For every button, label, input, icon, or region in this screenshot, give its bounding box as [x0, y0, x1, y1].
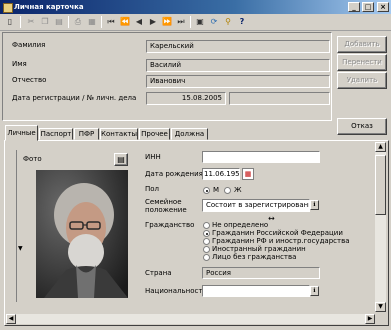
nationality-select[interactable] — [202, 285, 310, 297]
filter-icon[interactable]: ⚲ — [222, 16, 234, 28]
app-icon — [3, 3, 13, 13]
tab-personal[interactable]: Личные — [5, 125, 38, 141]
resize-cursor-icon: ↔ — [268, 214, 275, 223]
citizenship-label: Гражданство — [145, 221, 195, 229]
delete-button[interactable]: Удалить — [337, 72, 387, 89]
photo-label: Фото — [23, 155, 42, 163]
registration-date-field[interactable]: 15.08.2005 — [146, 92, 226, 105]
title-bar: Личная карточка _ □ × — [0, 0, 391, 14]
birth-date-field[interactable]: 11.06.1953 — [202, 168, 240, 180]
tab-position[interactable]: Должна — [171, 128, 208, 140]
scroll-thumb[interactable] — [375, 155, 386, 215]
copy-icon[interactable]: ❐ — [39, 16, 51, 28]
sex-male-radio[interactable] — [203, 187, 210, 194]
refresh-icon[interactable]: ⟳ — [208, 16, 220, 28]
scroll-down-button[interactable]: ▼ — [375, 302, 386, 312]
photo-frame-line — [16, 150, 17, 302]
citizenship-option-label: Не определено — [212, 221, 269, 229]
photo-nav-arrow-icon[interactable]: ▼ — [18, 245, 23, 252]
registration-label: Дата регистрации / № личн. дела — [12, 94, 137, 102]
close-button[interactable]: × — [377, 2, 389, 12]
citizenship-option-radio[interactable] — [203, 222, 210, 229]
surname-label: Фамилия — [12, 41, 46, 49]
surname-field[interactable]: Карельский — [146, 40, 330, 53]
prev-record-icon[interactable]: ◀ — [133, 16, 145, 28]
marital-label-line2: положение — [145, 206, 187, 214]
inn-field[interactable] — [202, 151, 320, 163]
citizenship-option-radio[interactable] — [203, 238, 210, 245]
save-icon[interactable]: ▣ — [194, 16, 206, 28]
horizontal-scrollbar[interactable] — [6, 314, 375, 324]
birth-date-label: Дата рождения — [145, 170, 203, 178]
name-label: Имя — [12, 60, 27, 68]
toolbar: ▯ ✂ ❐ ▤ ⎙ ▦ ⏮ ⏪ ◀ ▶ ⏩ ⏭ ▣ ⟳ ⚲ ? — [0, 14, 391, 31]
toolbar-separator — [20, 16, 21, 28]
next-record-icon[interactable]: ▶ — [147, 16, 159, 28]
toolbar-separator — [190, 16, 191, 28]
citizenship-option-radio[interactable] — [203, 230, 210, 237]
toolbar-separator — [101, 16, 102, 28]
patronymic-label: Отчество — [12, 76, 47, 84]
country-field[interactable]: Россия — [202, 267, 320, 279]
new-icon[interactable]: ▯ — [4, 16, 16, 28]
employee-photo — [36, 170, 128, 298]
photo-menu-button[interactable]: ▤ — [114, 153, 128, 166]
print-icon[interactable]: ⎙ — [72, 16, 84, 28]
sex-female-label: Ж — [234, 186, 242, 194]
country-label: Страна — [145, 269, 172, 277]
citizenship-option-label: Иностранный гражданин — [212, 245, 306, 253]
sex-female-radio[interactable] — [224, 187, 231, 194]
print-preview-icon[interactable]: ▦ — [86, 16, 98, 28]
citizenship-option-radio[interactable] — [203, 254, 210, 261]
marital-status-select[interactable]: Состоит в зарегистрированном б — [202, 199, 310, 212]
inn-label: ИНН — [145, 153, 161, 161]
window-title: Личная карточка — [14, 3, 84, 11]
patronymic-field[interactable]: Иванович — [146, 75, 330, 88]
citizenship-option-label: Гражданин РФ и иностр.государства — [212, 237, 350, 245]
tab-passport[interactable]: Паспорт — [39, 128, 73, 140]
scroll-left-button[interactable]: ◀ — [6, 314, 16, 324]
next-page-icon[interactable]: ⏩ — [161, 16, 173, 28]
toolbar-separator — [68, 16, 69, 28]
minimize-button[interactable]: _ — [348, 2, 360, 12]
name-field[interactable]: Василий — [146, 59, 330, 72]
citizenship-option-radio[interactable] — [203, 246, 210, 253]
last-record-icon[interactable]: ⏭ — [175, 16, 187, 28]
sex-male-label: М — [213, 186, 220, 194]
scroll-right-button[interactable]: ▶ — [365, 314, 375, 324]
marital-label-line1: Семейное — [145, 198, 182, 206]
paste-icon[interactable]: ▤ — [53, 16, 65, 28]
add-button[interactable]: Добавить — [337, 36, 387, 53]
scroll-up-button[interactable]: ▲ — [375, 142, 386, 152]
sex-label: Пол — [145, 185, 160, 193]
transfer-button[interactable]: Перенести — [337, 54, 387, 71]
cancel-button[interactable]: Отказ — [337, 118, 387, 135]
citizenship-option-label: Гражданин Российской Федерации — [212, 229, 343, 237]
cut-icon[interactable]: ✂ — [25, 16, 37, 28]
personal-file-number-field[interactable] — [229, 92, 330, 105]
prev-page-icon[interactable]: ⏪ — [119, 16, 131, 28]
tab-contacts[interactable]: Контакты — [100, 128, 138, 140]
citizenship-option-label: Лицо без гражданства — [212, 253, 297, 261]
first-record-icon[interactable]: ⏮ — [105, 16, 117, 28]
calendar-icon[interactable]: ▦ — [242, 168, 254, 180]
tab-other[interactable]: Прочее — [139, 128, 170, 140]
marital-dropdown-icon[interactable]: ℹ — [310, 200, 319, 210]
nationality-dropdown-icon[interactable]: ℹ — [310, 286, 319, 296]
nationality-label: Национальность — [145, 287, 207, 295]
help-icon[interactable]: ? — [236, 16, 248, 28]
tab-pfr[interactable]: ПФР — [74, 128, 99, 140]
maximize-button[interactable]: □ — [362, 2, 374, 12]
